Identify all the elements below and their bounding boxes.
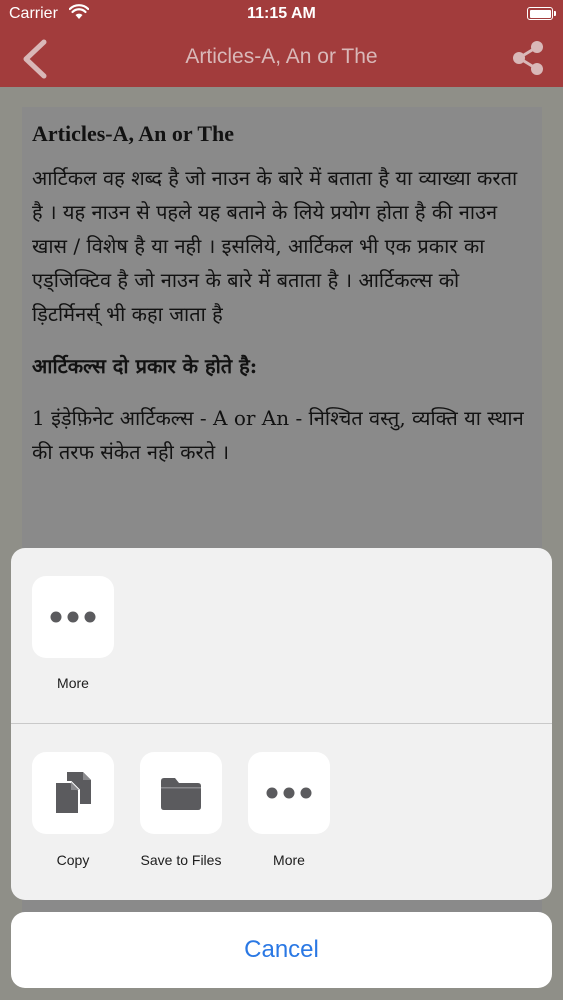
battery-icon	[527, 7, 556, 20]
status-bar: Carrier 11:15 AM	[0, 0, 563, 30]
more-apps-tile[interactable]	[32, 576, 114, 658]
share-icon[interactable]	[511, 40, 545, 76]
more-actions-tile[interactable]	[248, 752, 330, 834]
article-paragraph: आर्टिकल वह शब्द है जो नाउन के बारे में ब…	[32, 166, 518, 326]
article-heading: Articles-A, An or The	[32, 121, 235, 146]
share-sheet: More Copy Save to Files More	[11, 548, 552, 900]
copy-action-tile[interactable]	[32, 752, 114, 834]
clock: 11:15 AM	[247, 5, 316, 22]
save-to-files-label: Save to Files	[140, 852, 222, 868]
folder-icon	[161, 778, 201, 810]
cancel-button[interactable]: Cancel	[11, 912, 552, 988]
copy-action-label: Copy	[56, 852, 90, 868]
article-paragraph: 1 इंड़ेफ़िनेट आर्टिकल्स - A or An - निश्…	[32, 406, 524, 464]
ellipsis-icon	[50, 611, 96, 623]
copy-icon	[54, 772, 91, 815]
ellipsis-icon	[266, 787, 312, 799]
article-subheading: आर्टिकल्स दो प्रकार के होते है:	[32, 354, 258, 378]
navigation-bar: Articles-A, An or The	[0, 30, 563, 87]
more-apps-label: More	[57, 675, 89, 691]
page-title: Articles-A, An or The	[185, 45, 378, 68]
sheet-divider	[11, 723, 552, 724]
more-actions-label: More	[273, 852, 305, 868]
save-to-files-tile[interactable]	[140, 752, 222, 834]
